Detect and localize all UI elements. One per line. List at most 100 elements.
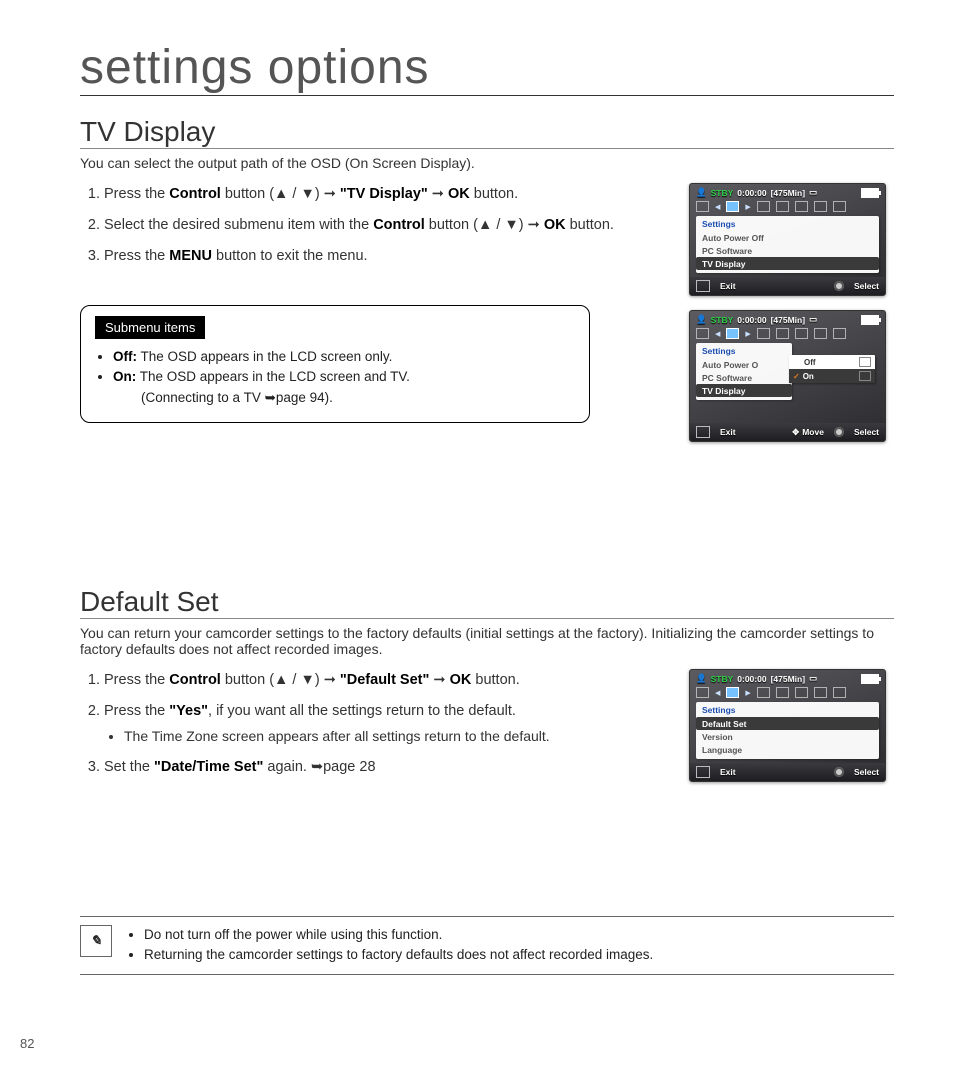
strip-icon (776, 201, 789, 212)
menu-item: Auto Power Off (696, 231, 879, 244)
strip-icon (757, 201, 770, 212)
down-triangle-icon: ▼ (300, 672, 314, 688)
camera-icon: 👤 (696, 187, 707, 198)
timecode: 0:00:00 (737, 674, 766, 684)
strip-icon (795, 201, 808, 212)
battery-icon (861, 188, 879, 198)
menu-item-selected: TV Display (696, 257, 879, 270)
menu-item-selected: Default Set (696, 717, 879, 730)
strip-icon (814, 201, 827, 212)
strip-icon (833, 328, 846, 339)
menu-item: PC Software (696, 244, 879, 257)
left-arrow-icon: ◀ (715, 330, 720, 338)
menu-item: Auto Power O (696, 358, 792, 371)
text: Control (169, 186, 221, 202)
osd-tv-display-submenu: 👤 STBY 0:00:00 [475Min] ▭ ◀ ▶ (689, 310, 886, 442)
panel-header: Settings (696, 219, 879, 231)
gear-icon (834, 281, 844, 291)
text: again. ➥page 28 (263, 759, 375, 775)
strip-icon (726, 201, 739, 212)
strip-icon (696, 687, 709, 698)
text: button ( (425, 217, 478, 233)
text: / (288, 186, 300, 202)
text: On (803, 372, 814, 381)
text: ) ➞ (315, 672, 340, 688)
strip-icon (814, 328, 827, 339)
strip-icon (696, 201, 709, 212)
text: (Connecting to a TV ➥page 94). (113, 390, 333, 405)
text: button to exit the menu. (212, 248, 368, 264)
text: The Time Zone screen appears after all s… (124, 725, 669, 747)
strip-icon (814, 687, 827, 698)
strip-icon (795, 687, 808, 698)
text: button. (566, 217, 614, 233)
note-icon: ✎ (80, 925, 112, 957)
right-arrow-icon: ▶ (745, 689, 750, 697)
text: The OSD appears in the LCD screen only. (137, 349, 392, 364)
text: "TV Display" (340, 186, 428, 202)
text: Press the (104, 672, 169, 688)
strip-icon (833, 687, 846, 698)
up-triangle-icon: ▲ (274, 186, 288, 202)
right-arrow-icon: ▶ (745, 203, 750, 211)
up-triangle-icon: ▲ (274, 672, 288, 688)
text: ) ➞ (315, 186, 340, 202)
up-triangle-icon: ▲ (478, 217, 492, 233)
capacity: [475Min] (771, 315, 805, 325)
timecode: 0:00:00 (737, 315, 766, 325)
text: Press the (104, 703, 169, 719)
strip-icon (795, 328, 808, 339)
exit-label: Exit (720, 767, 736, 777)
text: OK (450, 672, 472, 688)
text: "Yes" (169, 703, 208, 719)
page-number: 82 (20, 1036, 34, 1051)
menu-item: Version (696, 730, 879, 743)
osd-default-set-menu: 👤 STBY 0:00:00 [475Min] ▭ ◀ ▶ (689, 669, 886, 782)
down-triangle-icon: ▼ (504, 217, 518, 233)
text: ➞ (429, 672, 449, 688)
sub-panel: Off ✓ On (789, 355, 875, 383)
menu-icon (696, 766, 710, 778)
text: MENU (169, 248, 212, 264)
move-icon: ✥ (792, 427, 799, 438)
battery-icon (861, 315, 879, 325)
strip-icon (726, 687, 739, 698)
page-title: settings options (80, 40, 894, 96)
default-set-steps: Press the Control button (▲ / ▼) ➞ "Defa… (80, 669, 669, 779)
stby-label: STBY (711, 315, 734, 325)
text: button ( (221, 672, 274, 688)
select-label: Select (854, 427, 879, 437)
text: , if you want all the settings return to… (208, 703, 516, 719)
left-arrow-icon: ◀ (715, 689, 720, 697)
battery-icon (861, 674, 879, 684)
text: "Default Set" (340, 672, 430, 688)
card-icon: ▭ (809, 673, 817, 684)
text: Set the (104, 759, 154, 775)
right-arrow-icon: ▶ (745, 330, 750, 338)
camera-icon: 👤 (696, 314, 707, 325)
strip-icon (776, 328, 789, 339)
strip-icon (776, 687, 789, 698)
select-label: Select (854, 281, 879, 291)
sub-item-off: Off (789, 355, 875, 369)
gear-icon (834, 427, 844, 437)
text: Press the (104, 186, 169, 202)
text: Off: (113, 349, 137, 364)
note-text: Do not turn off the power while using th… (144, 925, 653, 945)
capacity: [475Min] (771, 674, 805, 684)
text: On: (113, 369, 136, 384)
strip-icon (833, 201, 846, 212)
panel-header: Settings (696, 705, 879, 717)
text: Press the (104, 248, 169, 264)
card-icon: ▭ (809, 314, 817, 325)
check-icon: ✓ (793, 372, 800, 381)
text: Select the desired submenu item with the (104, 217, 373, 233)
card-icon: ▭ (809, 187, 817, 198)
panel-header: Settings (696, 346, 792, 358)
text: The OSD appears in the LCD screen and TV… (136, 369, 410, 384)
stby-label: STBY (711, 674, 734, 684)
menu-icon (696, 426, 710, 438)
default-set-heading: Default Set (80, 586, 894, 619)
default-set-lead: You can return your camcorder settings t… (80, 625, 894, 657)
strip-icon (696, 328, 709, 339)
